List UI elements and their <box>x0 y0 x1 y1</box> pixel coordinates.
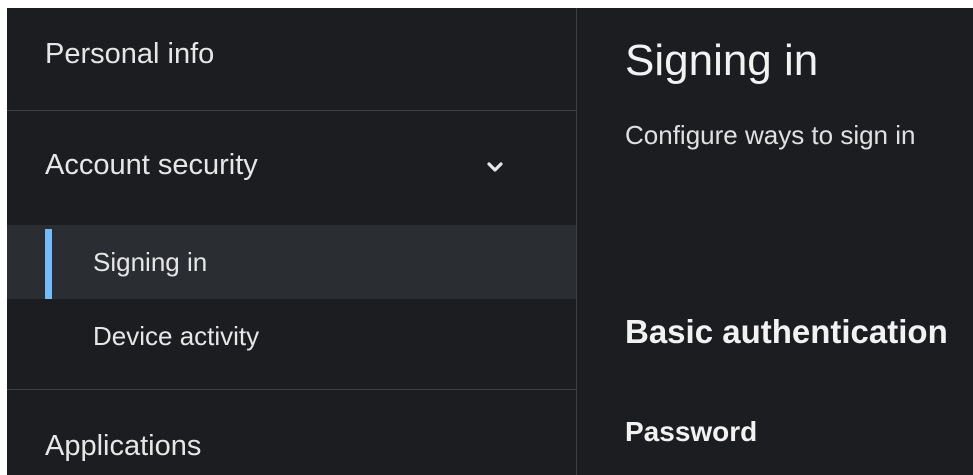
page-description: Configure ways to sign in <box>625 120 916 150</box>
sidebar-item-account-security[interactable]: Account security <box>7 111 576 221</box>
chevron-down-icon <box>487 162 503 172</box>
sidebar-item-applications[interactable]: Applications <box>7 390 576 475</box>
sidebar-item-personal-info[interactable]: Personal info <box>7 8 576 111</box>
page-title: Signing in <box>625 36 819 85</box>
section-title: Basic authentication <box>625 313 948 350</box>
active-indicator <box>45 229 52 299</box>
main-content: Signing in Configure ways to sign in Bas… <box>577 8 973 475</box>
sidebar-subitem-label: Signing in <box>93 247 208 277</box>
sidebar-item-label: Personal info <box>45 38 215 70</box>
app-frame: Personal info Account security Signing i… <box>7 8 973 475</box>
sidebar-item-signing-in[interactable]: Signing in <box>7 225 576 299</box>
sidebar-subitem-label: Device activity <box>93 321 260 351</box>
sidebar-item-label: Applications <box>45 430 202 462</box>
sidebar-nav: Personal info Account security Signing i… <box>7 8 577 475</box>
sidebar-item-label: Account security <box>45 149 258 181</box>
subsection-title: Password <box>625 416 758 447</box>
sidebar-group-account-security: Account security Signing in Device activ… <box>7 111 576 390</box>
sidebar-item-device-activity[interactable]: Device activity <box>7 299 576 373</box>
